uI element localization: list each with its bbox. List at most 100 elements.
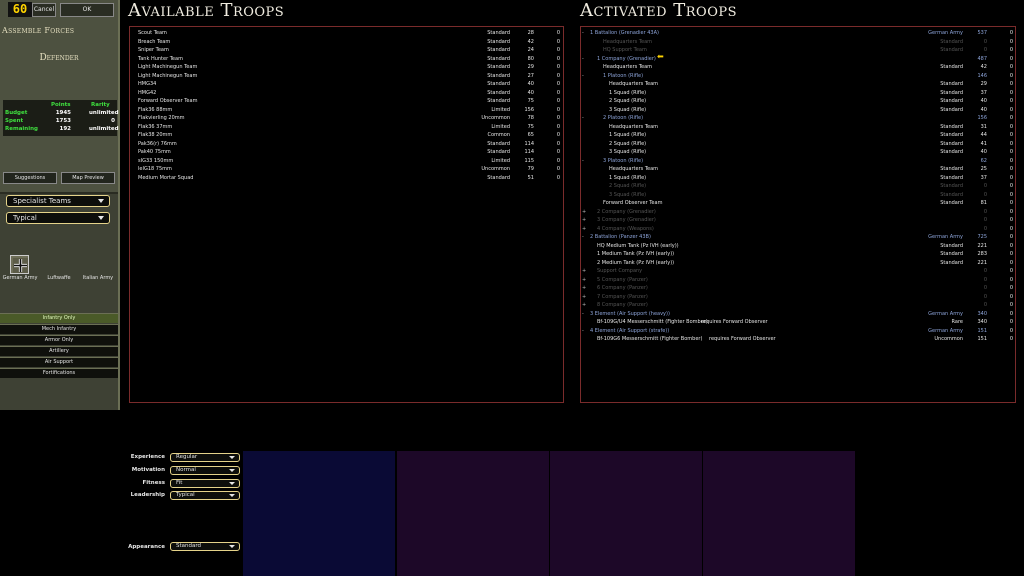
available-troop-row[interactable]: Scout Team Standard 28 0 xyxy=(130,29,563,37)
available-troop-row[interactable]: Pak40 75mm Standard 114 0 xyxy=(130,148,563,156)
expand-toggle[interactable]: + xyxy=(582,293,588,301)
expand-toggle[interactable]: - xyxy=(582,157,588,165)
available-troop-row[interactable]: HMG34 Standard 40 0 xyxy=(130,80,563,88)
map-preview-button[interactable]: Map Preview xyxy=(61,172,115,184)
expand-toggle[interactable]: + xyxy=(582,208,588,216)
activated-troop-row[interactable]: HQ Support Team Standard 0 0 xyxy=(581,46,1015,54)
quality-dropdown[interactable]: Typical xyxy=(6,212,110,224)
german-cross-icon[interactable] xyxy=(10,255,29,274)
category-dropdown[interactable]: Specialist Teams xyxy=(6,195,110,207)
unit-slot-2[interactable] xyxy=(397,451,549,576)
activated-troop-row[interactable]: + Support Company 0 0 xyxy=(581,267,1015,275)
activated-troop-row[interactable]: +3 Company (Grenadier) 0 0 xyxy=(581,216,1015,224)
troop-points: 81 xyxy=(980,200,987,206)
available-troop-row[interactable]: Pak36(r) 76mm Standard 114 0 xyxy=(130,140,563,148)
available-troop-row[interactable]: HMG42 Standard 40 0 xyxy=(130,89,563,97)
expand-toggle[interactable]: + xyxy=(582,284,588,292)
motivation-dropdown[interactable]: Normal xyxy=(170,466,240,475)
category-fortifications[interactable]: Fortifications xyxy=(0,368,118,378)
activated-troop-row[interactable]: 2 Squad (Rifle) Standard 41 0 xyxy=(581,140,1015,148)
activated-troop-row[interactable]: 2 Squad (Rifle) Standard 40 0 xyxy=(581,97,1015,105)
available-troop-row[interactable]: Sniper Team Standard 24 0 xyxy=(130,46,563,54)
available-troop-row[interactable]: Flak36 37mm Limited 75 0 xyxy=(130,123,563,131)
army-italian[interactable]: Italian Army xyxy=(78,275,118,281)
activated-troop-row[interactable]: Headquarters Team Standard 0 0 xyxy=(581,38,1015,46)
activated-troop-row[interactable]: - 3 Platoon (Rifle) 62 0 xyxy=(581,157,1015,165)
available-troop-row[interactable]: Flak38 20mm Common 65 0 xyxy=(130,131,563,139)
fitness-dropdown[interactable]: Fit xyxy=(170,479,240,488)
category-mech-infantry[interactable]: Mech Infantry xyxy=(0,324,118,334)
activated-troop-row[interactable]: - 1 Platoon (Rifle) 146 0 xyxy=(581,72,1015,80)
activated-troop-row[interactable]: 2 Squad (Rifle) Standard 0 0 xyxy=(581,182,1015,190)
activated-troop-row[interactable]: Bf-109G/U4 Messerschmitt (Fighter Bomber… xyxy=(581,318,1015,326)
category-artillery[interactable]: Artillery xyxy=(0,346,118,356)
activated-troop-row[interactable]: 1 Squad (Rifle) Standard 44 0 xyxy=(581,131,1015,139)
arrow-left-icon: ⬅ xyxy=(657,52,664,61)
appearance-dropdown[interactable]: Standard xyxy=(170,542,240,551)
unit-slot-1[interactable] xyxy=(243,451,395,576)
available-troop-row[interactable]: Breach Team Standard 42 0 xyxy=(130,38,563,46)
activated-troop-row[interactable]: +5 Company (Panzer) 0 0 xyxy=(581,276,1015,284)
category-air-support[interactable]: Air Support xyxy=(0,357,118,367)
activated-troop-row[interactable]: -2 Battalion (Panzer 43B) German Army 725 0 xyxy=(581,233,1015,241)
expand-toggle[interactable]: + xyxy=(582,301,588,309)
activated-troop-row[interactable]: - 2 Platoon (Rifle) 156 0 xyxy=(581,114,1015,122)
available-troop-row[interactable]: Forward Observer Team Standard 75 0 xyxy=(130,97,563,105)
leadership-dropdown[interactable]: Typical xyxy=(170,491,240,500)
activated-troop-row[interactable]: Headquarters Team Standard 31 0 xyxy=(581,123,1015,131)
activated-troop-row[interactable]: Headquarters Team Standard 25 0 xyxy=(581,165,1015,173)
unit-slot-4[interactable] xyxy=(703,451,855,576)
activated-troop-row[interactable]: Headquarters Team Standard 42 0 xyxy=(581,63,1015,71)
activated-troop-row[interactable]: -3 Element (Air Support (heavy)) German A… xyxy=(581,310,1015,318)
activated-troop-row[interactable]: -1 Battalion (Grenadier 43A) German Army 5… xyxy=(581,29,1015,37)
suggestions-button[interactable]: Suggestions xyxy=(3,172,57,184)
available-troop-row[interactable]: Light Machinegun Team Standard 29 0 xyxy=(130,63,563,71)
activated-troop-row[interactable]: 1 Medium Tank (Pz IVH (early)) Standard 28… xyxy=(581,250,1015,258)
activated-troop-row[interactable]: +4 Company (Weapons) 0 0 xyxy=(581,225,1015,233)
expand-toggle[interactable]: - xyxy=(582,233,588,241)
experience-dropdown[interactable]: Regular xyxy=(170,453,240,462)
activated-troop-row[interactable]: +7 Company (Panzer) 0 0 xyxy=(581,293,1015,301)
category-infantry-only[interactable]: Infantry Only xyxy=(0,313,118,323)
available-troop-row[interactable]: Tank Hunter Team Standard 80 0 xyxy=(130,55,563,63)
activated-troop-row[interactable]: HQ Medium Tank (Pz IVH (early)) Standard 2… xyxy=(581,242,1015,250)
troop-name: Headquarters Team xyxy=(603,38,653,45)
expand-toggle[interactable]: - xyxy=(582,72,588,80)
activated-troop-row[interactable]: 2 Medium Tank (Pz IVH (early)) Standard 22… xyxy=(581,259,1015,267)
expand-toggle[interactable]: + xyxy=(582,267,588,275)
troop-name: 1 Squad (Rifle) xyxy=(609,174,647,181)
activated-troop-row[interactable]: 3 Squad (Rifle) Standard 40 0 xyxy=(581,106,1015,114)
available-troop-row[interactable]: Medium Mortar Squad Standard 51 0 xyxy=(130,174,563,182)
activated-troop-row[interactable]: Headquarters Team Standard 29 0 xyxy=(581,80,1015,88)
activated-troop-row[interactable]: Forward Observer Team Standard 81 0 xyxy=(581,199,1015,207)
expand-toggle[interactable]: - xyxy=(582,29,588,37)
available-troop-row[interactable]: Flak36 88mm Limited 156 0 xyxy=(130,106,563,114)
expand-toggle[interactable]: - xyxy=(582,327,588,335)
category-armor-only[interactable]: Armor Only xyxy=(0,335,118,345)
ok-button[interactable]: OK xyxy=(60,3,114,17)
expand-toggle[interactable]: - xyxy=(582,114,588,122)
army-luftwaffe[interactable]: Luftwaffe xyxy=(40,275,78,281)
activated-troop-row[interactable]: -4 Element (Air Support (strafe)) German … xyxy=(581,327,1015,335)
expand-toggle[interactable]: - xyxy=(582,310,588,318)
expand-toggle[interactable]: + xyxy=(582,276,588,284)
army-german[interactable]: German Army xyxy=(0,275,40,281)
activated-troop-row[interactable]: +6 Company (Panzer) 0 0 xyxy=(581,284,1015,292)
cancel-button[interactable]: Cancel xyxy=(32,3,56,17)
activated-troop-row[interactable]: Bf-109G6 Messerschmitt (Fighter Bomber) r… xyxy=(581,335,1015,343)
activated-troop-row[interactable]: - 1 Company (Grenadier) 487 0 xyxy=(581,55,1015,63)
available-troop-row[interactable]: Flakvierling 20mm Uncommon 78 0 xyxy=(130,114,563,122)
unit-slot-3[interactable] xyxy=(550,451,702,576)
expand-toggle[interactable]: - xyxy=(582,55,588,63)
activated-troop-row[interactable]: +2 Company (Grenadier) 0 0 xyxy=(581,208,1015,216)
activated-troop-row[interactable]: +8 Company (Panzer) 0 0 xyxy=(581,301,1015,309)
activated-troop-row[interactable]: 3 Squad (Rifle) Standard 40 0 xyxy=(581,148,1015,156)
available-troop-row[interactable]: sIG33 150mm Limited 115 0 xyxy=(130,157,563,165)
available-troop-row[interactable]: leIG18 75mm Uncommon 79 0 xyxy=(130,165,563,173)
expand-toggle[interactable]: + xyxy=(582,225,588,233)
activated-troop-row[interactable]: 1 Squad (Rifle) Standard 37 0 xyxy=(581,174,1015,182)
activated-troop-row[interactable]: 3 Squad (Rifle) Standard 0 0 xyxy=(581,191,1015,199)
available-troop-row[interactable]: Light Machinegun Team Standard 27 0 xyxy=(130,72,563,80)
activated-troop-row[interactable]: 1 Squad (Rifle) Standard 37 0 xyxy=(581,89,1015,97)
expand-toggle[interactable]: + xyxy=(582,216,588,224)
